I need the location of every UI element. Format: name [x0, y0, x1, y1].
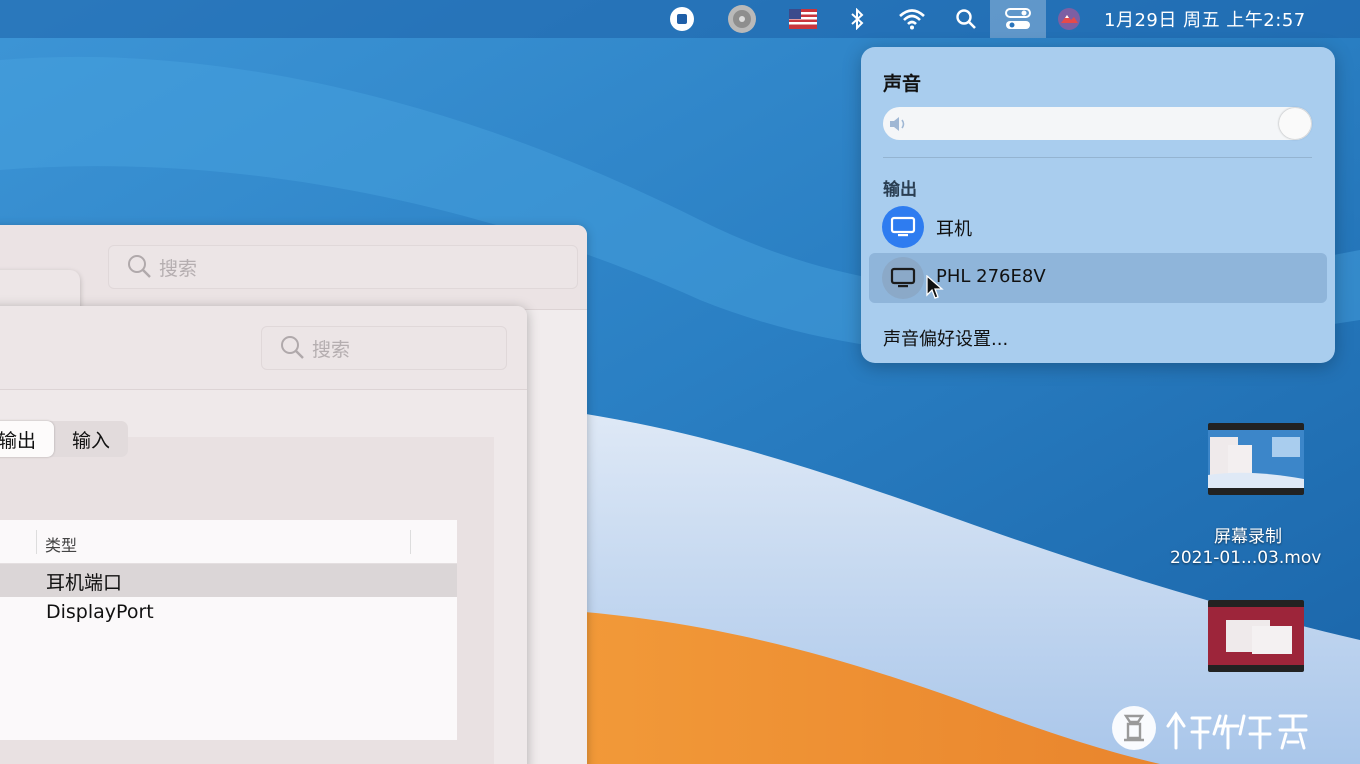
menu-bar-clock[interactable]: 1月29日 周五 上午2:57: [1104, 0, 1306, 38]
stop-recording-icon[interactable]: [667, 0, 697, 38]
divider: [883, 157, 1312, 158]
menu-bar: 1月29日 周五 上午2:57: [0, 0, 1360, 38]
search-icon: [281, 336, 304, 359]
back-window-toolbar: 搜索: [0, 225, 587, 310]
desktop-file-name-2[interactable]: 2021-01...03.mov: [1170, 548, 1321, 568]
sound-preferences-link[interactable]: 声音偏好设置...: [883, 325, 1008, 351]
output-device-label: PHL 276E8V: [936, 266, 1046, 287]
app-status-icon[interactable]: [1055, 0, 1083, 38]
back-search-placeholder: 搜索: [159, 257, 198, 280]
sound-preferences-window: 搜索 输出 输入 类型 耳机端口 DisplayPort: [0, 306, 527, 764]
wifi-icon[interactable]: [896, 0, 928, 38]
bluetooth-icon[interactable]: [845, 0, 869, 38]
front-search-field[interactable]: 搜索: [261, 326, 507, 370]
control-center-icon[interactable]: [1003, 0, 1033, 38]
sound-popover: 声音 输出 耳机 PHL 276E8V 声音偏好设置...: [861, 47, 1335, 363]
disk-icon[interactable]: [726, 0, 758, 38]
display-icon: [882, 257, 924, 299]
output-device-label: 耳机: [936, 219, 972, 240]
device-table: 类型 耳机端口 DisplayPort: [0, 520, 457, 740]
column-divider: [410, 530, 411, 554]
search-icon[interactable]: [953, 0, 979, 38]
tab-output[interactable]: 输出: [0, 421, 54, 457]
column-header-type[interactable]: 类型: [45, 532, 77, 556]
screen-recording-thumbnail-2[interactable]: [1208, 600, 1304, 672]
table-row[interactable]: DisplayPort: [0, 597, 457, 630]
output-input-tabs: 输出 输入: [0, 421, 129, 457]
output-device-headphones[interactable]: 耳机: [869, 202, 1327, 252]
table-header: 类型: [0, 520, 457, 564]
popover-title: 声音: [883, 73, 922, 95]
mouse-pointer-icon: [926, 275, 944, 299]
tab-input[interactable]: 输入: [54, 421, 128, 457]
site-watermark-logo: [1112, 706, 1308, 750]
volume-slider[interactable]: [883, 107, 1312, 140]
volume-slider-knob[interactable]: [1279, 108, 1311, 139]
screen-recording-thumbnail[interactable]: [1208, 423, 1304, 495]
front-window-toolbar: 搜索: [0, 306, 527, 390]
search-icon: [128, 255, 151, 278]
speaker-icon: [890, 117, 905, 131]
table-row[interactable]: 耳机端口: [0, 564, 457, 597]
desktop-file-name[interactable]: 屏幕录制: [1214, 522, 1282, 547]
output-section-label: 输出: [883, 180, 917, 200]
table-cell-type: 耳机端口: [46, 572, 123, 594]
column-divider: [36, 530, 37, 554]
table-cell-type: DisplayPort: [46, 601, 154, 623]
back-search-field[interactable]: 搜索: [108, 245, 578, 289]
output-device-phl[interactable]: PHL 276E8V: [869, 253, 1327, 303]
display-icon: [882, 206, 924, 248]
us-flag-icon[interactable]: [788, 0, 818, 38]
front-search-placeholder: 搜索: [312, 338, 351, 361]
